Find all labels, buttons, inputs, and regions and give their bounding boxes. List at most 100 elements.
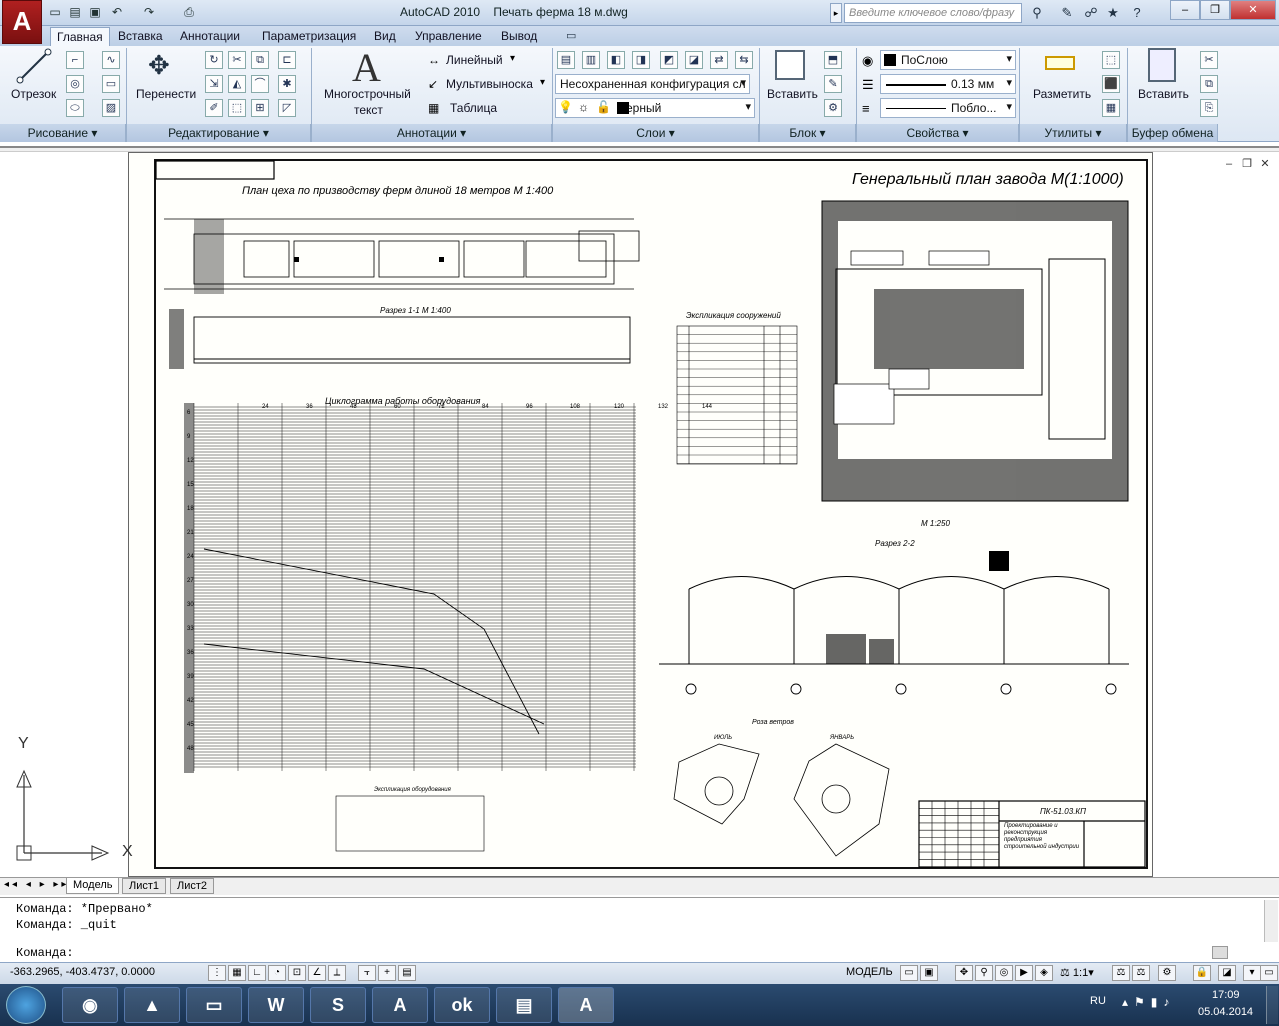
- undo-icon[interactable]: ↶: [108, 4, 126, 21]
- application-menu-button[interactable]: A: [2, 0, 42, 44]
- table-icon[interactable]: ▦: [428, 101, 439, 115]
- table-button[interactable]: Таблица: [450, 101, 497, 115]
- command-hscroll-thumb[interactable]: [1212, 946, 1228, 959]
- clean-screen-icon[interactable]: ▭: [1260, 965, 1278, 981]
- command-prompt[interactable]: Команда:: [16, 946, 74, 960]
- explode-icon[interactable]: ✱: [278, 75, 296, 93]
- mirror-icon[interactable]: ◭: [228, 75, 246, 93]
- stretch-icon[interactable]: ⇲: [205, 75, 223, 93]
- word-taskbar-icon[interactable]: W: [248, 987, 304, 1023]
- minimize-button[interactable]: –: [1170, 0, 1200, 20]
- layer-properties-icon[interactable]: ▤: [557, 51, 575, 69]
- osnap-icon[interactable]: ⊡: [288, 965, 306, 981]
- tab-layout2[interactable]: Лист2: [170, 878, 215, 894]
- search-input[interactable]: Введите ключевое слово/фразу: [844, 3, 1022, 23]
- redo-icon[interactable]: ↷: [140, 4, 158, 21]
- showmotion-icon[interactable]: ▶: [1015, 965, 1033, 981]
- erase-icon[interactable]: ✐: [205, 99, 223, 117]
- tab-home[interactable]: Главная: [50, 27, 110, 46]
- pan-icon[interactable]: ✥: [955, 965, 973, 981]
- circle-icon[interactable]: ◎: [66, 75, 84, 93]
- layout-nav-icons[interactable]: ◂◂ ◂ ▸ ▸▸: [4, 879, 69, 890]
- favorites-star-icon[interactable]: ★: [1104, 4, 1122, 22]
- offset-icon[interactable]: ⊏: [278, 51, 296, 69]
- paste-icon[interactable]: [1148, 48, 1176, 82]
- language-indicator[interactable]: RU: [1090, 995, 1106, 1007]
- copy-clip-icon[interactable]: ⧉: [1200, 75, 1218, 93]
- annotation-visibility-icon[interactable]: ⚖: [1112, 965, 1130, 981]
- fillet-icon[interactable]: ⌒: [251, 75, 269, 93]
- grid-icon[interactable]: ▦: [228, 965, 246, 981]
- toolbar-lock-icon[interactable]: 🔒: [1193, 965, 1211, 981]
- paste-button[interactable]: Вставить: [1138, 87, 1189, 101]
- chamfer-icon[interactable]: ◸: [278, 99, 296, 117]
- attribute-icon[interactable]: ⚙: [824, 99, 842, 117]
- tab-manage[interactable]: Управление: [409, 27, 488, 46]
- block-panel-title[interactable]: Блок ▾: [760, 124, 856, 142]
- copy-icon[interactable]: ⧉: [251, 51, 269, 69]
- restore-button[interactable]: ❐: [1200, 0, 1230, 20]
- ortho-icon[interactable]: ∟: [248, 965, 266, 981]
- acrobat-taskbar-icon[interactable]: A: [372, 987, 428, 1023]
- help-icon[interactable]: ?: [1128, 4, 1146, 22]
- tray-icons[interactable]: ▴⚑▮♪: [1122, 995, 1175, 1009]
- quick-view-layouts-icon[interactable]: ▭: [900, 965, 918, 981]
- command-scrollbar[interactable]: [1264, 900, 1278, 942]
- tools-icon[interactable]: ✎: [1058, 4, 1076, 22]
- measure-icon[interactable]: [1045, 56, 1075, 70]
- array-icon[interactable]: ⊞: [251, 99, 269, 117]
- line-button[interactable]: Отрезок: [11, 87, 56, 101]
- calculator-icon[interactable]: ▦: [1102, 99, 1120, 117]
- zoom-icon[interactable]: ⚲: [975, 965, 993, 981]
- ribbon-minimize-icon[interactable]: ▭: [566, 29, 576, 42]
- quick-select-icon[interactable]: ⬚: [1102, 51, 1120, 69]
- linear-dim-icon[interactable]: ↔: [428, 53, 440, 67]
- ellipse-icon[interactable]: ⬭: [66, 99, 84, 117]
- cut-icon[interactable]: ✂: [1200, 51, 1218, 69]
- start-button[interactable]: [6, 986, 46, 1024]
- autocad-taskbar-icon[interactable]: A: [558, 987, 614, 1023]
- layer-off-icon[interactable]: ◧: [607, 51, 625, 69]
- explorer-taskbar-icon[interactable]: ▭: [186, 987, 242, 1023]
- drawing-close-icon[interactable]: ✕: [1258, 158, 1272, 172]
- color-dropdown[interactable]: ПоСлою: [880, 50, 1016, 70]
- create-block-icon[interactable]: ⬒: [824, 51, 842, 69]
- steering-wheel-icon[interactable]: ◎: [995, 965, 1013, 981]
- move-button[interactable]: Перенести: [136, 87, 196, 101]
- mtext-button[interactable]: Многострочный: [324, 87, 411, 101]
- trim-icon[interactable]: ✂: [228, 51, 246, 69]
- layer-match-icon[interactable]: ⇄: [710, 51, 728, 69]
- model-space-label[interactable]: МОДЕЛЬ: [846, 966, 893, 978]
- tab-parametric[interactable]: Параметризация: [256, 27, 362, 46]
- winrar-taskbar-icon[interactable]: ▤: [496, 987, 552, 1023]
- lineweight-toggle-icon[interactable]: +: [378, 965, 396, 981]
- hatch-icon[interactable]: ▨: [102, 99, 120, 117]
- match-properties-icon[interactable]: ◉: [862, 53, 873, 69]
- tab-annotate[interactable]: Аннотации: [174, 27, 246, 46]
- clipboard-panel-title[interactable]: Буфер обмена: [1128, 124, 1218, 142]
- utilities-panel-title[interactable]: Утилиты ▾: [1020, 124, 1127, 142]
- drawing-restore-icon[interactable]: ❐: [1240, 158, 1254, 172]
- spline-icon[interactable]: ∿: [102, 51, 120, 69]
- ducs-icon[interactable]: ⟂: [328, 965, 346, 981]
- polyline-icon[interactable]: ⌐: [66, 51, 84, 69]
- status-menu-icon[interactable]: ▾: [1243, 965, 1261, 981]
- linear-dim-button[interactable]: Линейный: [446, 53, 503, 67]
- chrome-taskbar-icon[interactable]: ◉: [62, 987, 118, 1023]
- plot-icon[interactable]: ⎙: [180, 4, 198, 21]
- mtext-icon[interactable]: A: [352, 44, 381, 91]
- layer-state-dropdown[interactable]: Несохраненная конфигурация сл: [555, 74, 750, 94]
- rectangle-icon[interactable]: ▭: [102, 75, 120, 93]
- copy-with-base-icon[interactable]: ⎘: [1200, 99, 1218, 117]
- line-tool-icon[interactable]: [16, 48, 52, 84]
- search-binoculars-icon[interactable]: ⚲: [1028, 4, 1046, 22]
- clock-time[interactable]: 17:09: [1212, 989, 1240, 1001]
- move-icon[interactable]: ✥: [148, 50, 170, 81]
- clock-date[interactable]: 05.04.2014: [1198, 1006, 1253, 1018]
- mleader-button[interactable]: Мультивыноска: [446, 77, 533, 91]
- layer-state-icon[interactable]: ▥: [582, 51, 600, 69]
- tab-layout1[interactable]: Лист1: [122, 878, 167, 894]
- tab-model[interactable]: Модель: [66, 878, 120, 894]
- save-icon[interactable]: ▣: [86, 4, 104, 21]
- dyn-icon[interactable]: ⫟: [358, 965, 376, 981]
